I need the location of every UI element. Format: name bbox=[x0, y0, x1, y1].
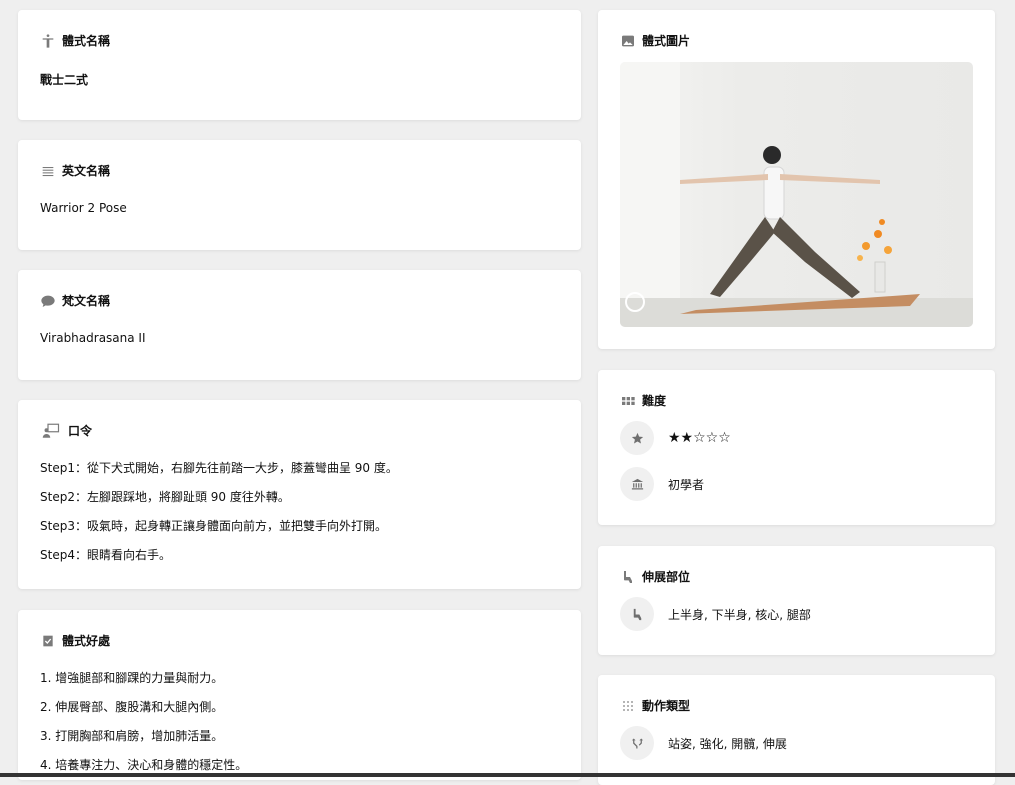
pose-photo bbox=[620, 62, 973, 327]
text-lines-icon bbox=[40, 163, 56, 179]
warrior-pose-illustration bbox=[620, 62, 973, 327]
sanskrit-name-value: Virabhadrasana II bbox=[40, 331, 146, 345]
pose-name-value: 戰士二式 bbox=[40, 73, 89, 87]
difficulty-level-row: 初學者 bbox=[620, 467, 973, 501]
pose-name-card: 體式名稱 戰士二式 bbox=[18, 10, 581, 120]
action-type-card: 動作類型 站姿, 強化, 開髖, 伸展 bbox=[598, 675, 995, 785]
cue-step: Step4：眼睛看向右手。 bbox=[40, 548, 171, 562]
stretch-title: 伸展部位 bbox=[642, 570, 691, 584]
stretch-row: 上半身, 下半身, 核心, 腿部 bbox=[620, 597, 973, 631]
cue-step: Step3：吸氣時，起身轉正讓身體面向前方，並把雙手向外打開。 bbox=[40, 519, 387, 533]
seat-icon bbox=[620, 597, 654, 631]
benefits-title: 體式好處 bbox=[62, 634, 111, 648]
sanskrit-name-title: 梵文名稱 bbox=[62, 294, 111, 308]
action-type-title: 動作類型 bbox=[642, 699, 691, 713]
action-type-row: 站姿, 強化, 開髖, 伸展 bbox=[620, 726, 973, 760]
pose-image-card: 體式圖片 bbox=[598, 10, 995, 349]
english-name-header: 英文名稱 bbox=[40, 162, 559, 179]
stretch-value: 上半身, 下半身, 核心, 腿部 bbox=[668, 607, 811, 622]
person-icon bbox=[40, 33, 56, 49]
checklist-icon bbox=[40, 633, 56, 649]
institution-icon bbox=[620, 467, 654, 501]
bottom-strip bbox=[0, 773, 1015, 777]
chat-bubble-icon bbox=[40, 293, 56, 309]
benefits-header: 體式好處 bbox=[40, 632, 559, 649]
pose-name-header: 體式名稱 bbox=[40, 32, 559, 49]
cues-header: 口令 bbox=[40, 422, 559, 439]
cues-list: Step1：從下犬式開始，右腳先往前踏一大步，膝蓋彎曲呈 90 度。 Step2… bbox=[40, 459, 559, 563]
difficulty-level: 初學者 bbox=[668, 477, 705, 492]
cues-card: 口令 Step1：從下犬式開始，右腳先往前踏一大步，膝蓋彎曲呈 90 度。 St… bbox=[18, 400, 581, 589]
cue-step: Step1：從下犬式開始，右腳先往前踏一大步，膝蓋彎曲呈 90 度。 bbox=[40, 461, 398, 475]
benefits-card: 體式好處 1. 增強腿部和腳踝的力量與耐力。 2. 伸展臀部、腹股溝和大腿內側。… bbox=[18, 610, 581, 780]
difficulty-header: 難度 bbox=[620, 392, 973, 409]
dots-grid-icon bbox=[620, 698, 636, 714]
presenter-icon bbox=[40, 423, 62, 439]
english-name-title: 英文名稱 bbox=[62, 164, 111, 178]
star-icon bbox=[620, 421, 654, 455]
image-icon bbox=[620, 33, 636, 49]
benefit-item: 3. 打開胸部和肩膀，增加肺活量。 bbox=[40, 729, 224, 743]
sanskrit-name-card: 梵文名稱 Virabhadrasana II bbox=[18, 270, 581, 380]
difficulty-card: 難度 ★★☆☆☆ 初學者 bbox=[598, 370, 995, 525]
difficulty-title: 難度 bbox=[642, 394, 667, 408]
english-name-value: Warrior 2 Pose bbox=[40, 201, 127, 215]
difficulty-stars: ★★☆☆☆ bbox=[668, 430, 731, 446]
benefits-list: 1. 增強腿部和腳踝的力量與耐力。 2. 伸展臀部、腹股溝和大腿內側。 3. 打… bbox=[40, 669, 559, 773]
merge-icon bbox=[620, 726, 654, 760]
sanskrit-name-header: 梵文名稱 bbox=[40, 292, 559, 309]
benefit-item: 2. 伸展臀部、腹股溝和大腿內側。 bbox=[40, 700, 224, 714]
grid-icon bbox=[620, 393, 636, 409]
pose-image-title: 體式圖片 bbox=[642, 34, 691, 48]
english-name-card: 英文名稱 Warrior 2 Pose bbox=[18, 140, 581, 250]
pose-image-header: 體式圖片 bbox=[620, 32, 973, 49]
action-type-value: 站姿, 強化, 開髖, 伸展 bbox=[668, 736, 787, 751]
difficulty-stars-row: ★★☆☆☆ bbox=[620, 421, 973, 455]
cue-step: Step2：左腳跟踩地，將腳趾頭 90 度往外轉。 bbox=[40, 490, 290, 504]
seat-icon bbox=[620, 569, 636, 585]
benefit-item: 4. 培養專注力、決心和身體的穩定性。 bbox=[40, 758, 248, 772]
cues-title: 口令 bbox=[68, 424, 93, 438]
benefit-item: 1. 增強腿部和腳踝的力量與耐力。 bbox=[40, 671, 224, 685]
stretch-header: 伸展部位 bbox=[620, 568, 973, 585]
action-type-header: 動作類型 bbox=[620, 697, 973, 714]
stretch-card: 伸展部位 上半身, 下半身, 核心, 腿部 bbox=[598, 546, 995, 655]
pose-name-title: 體式名稱 bbox=[62, 34, 111, 48]
